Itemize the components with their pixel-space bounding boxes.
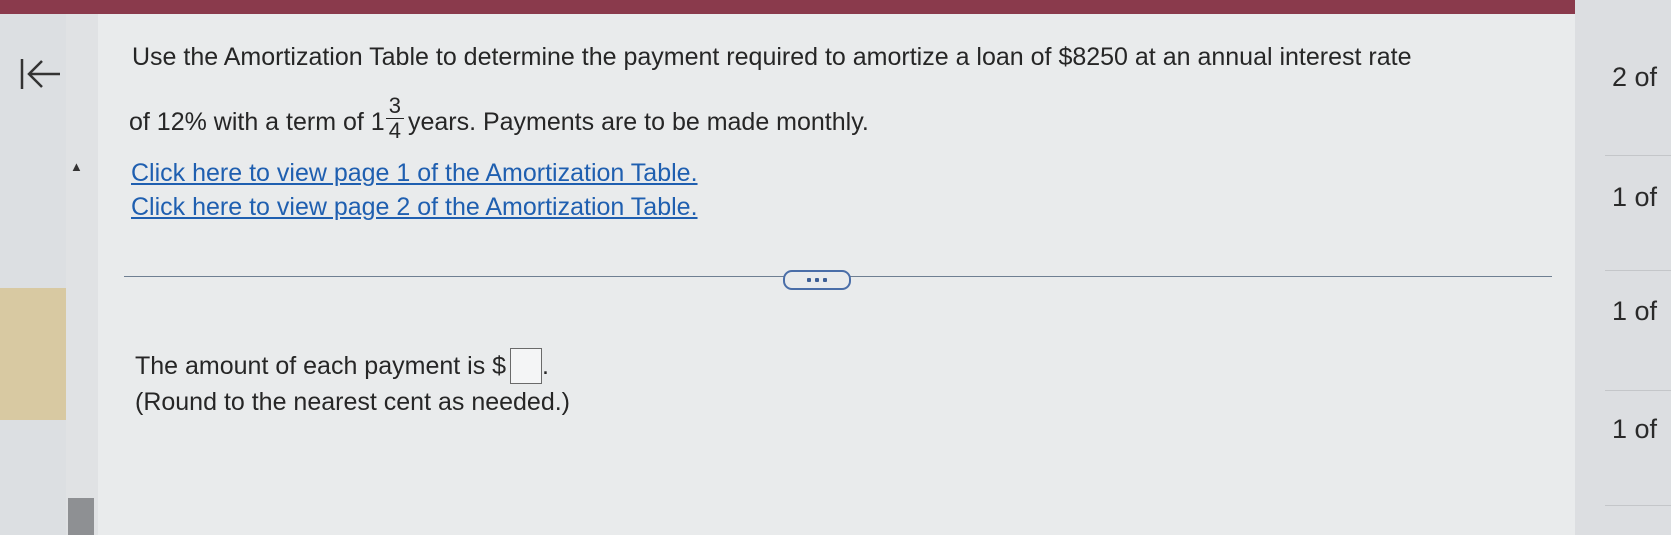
question-text-line2: of 12% with a term of 1 3 4 years. Payme… [129,94,869,147]
scrollbar-thumb[interactable] [68,498,94,535]
link-amortization-page-1[interactable]: Click here to view page 1 of the Amortiz… [131,156,698,190]
answer-label: The amount of each payment is $ [135,351,507,380]
expand-more-button[interactable] [783,270,851,290]
question-line2-suffix: years. Payments are to be made monthly. [407,108,869,136]
question-list-divider [1605,270,1671,271]
question-list-divider [1605,155,1671,156]
ellipsis-icon [807,278,811,282]
answer-row: The amount of each payment is $ . [135,348,549,384]
triangle-up-icon[interactable]: ▲ [70,160,83,173]
fraction-numerator: 3 [385,94,404,119]
question-list-item-1[interactable]: 2 of [1612,62,1657,93]
fraction-denominator: 4 [388,118,401,143]
vertical-scrollbar[interactable] [66,14,98,535]
answer-period: . [542,351,549,380]
question-line2-prefix: of 12% with a term of 1 [129,108,385,136]
link-amortization-page-2[interactable]: Click here to view page 2 of the Amortiz… [131,190,698,224]
arrow-to-left-icon [18,57,62,96]
top-banner [0,0,1575,14]
question-list-item-3[interactable]: 1 of [1612,296,1657,327]
payment-answer-input[interactable] [510,348,543,384]
question-list-divider [1605,390,1671,391]
question-list-item-4[interactable]: 1 of [1612,414,1657,445]
left-nav-highlight [0,288,66,420]
mixed-fraction: 3 4 [385,94,404,143]
question-text-line1: Use the Amortization Table to determine … [132,43,1412,71]
question-list-item-2[interactable]: 1 of [1612,182,1657,213]
rounding-hint: (Round to the nearest cent as needed.) [135,388,571,416]
amortization-links: Click here to view page 1 of the Amortiz… [131,156,698,224]
question-list-divider [1605,505,1671,506]
collapse-back-button[interactable] [14,56,66,96]
